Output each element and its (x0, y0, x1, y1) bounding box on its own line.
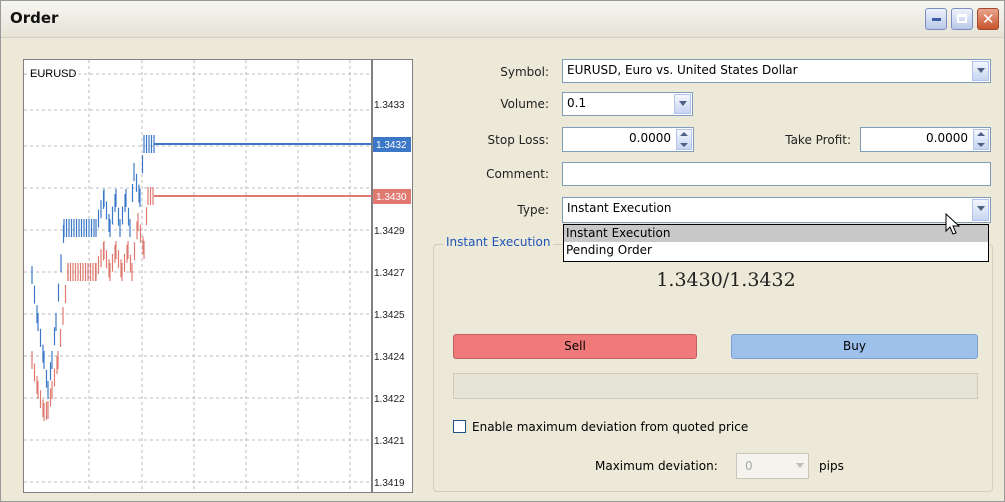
max-deviation-label: Maximum deviation: (595, 459, 718, 473)
volume-value: 0.1 (567, 96, 587, 110)
price-axis-label: 1.3433 (374, 100, 405, 111)
quote-price: 1.3430/1.3432 (656, 269, 796, 291)
deviation-checkbox-label[interactable]: Enable maximum deviation from quoted pri… (472, 420, 748, 434)
type-dropdown-list[interactable]: Instant Execution Pending Order (563, 224, 989, 262)
type-value: Instant Execution (567, 201, 672, 215)
price-axis-label: 1.3427 (374, 268, 405, 279)
maximize-icon (957, 14, 967, 23)
pips-label: pips (819, 459, 844, 473)
stoploss-value: 0.0000 (629, 131, 671, 145)
mouse-cursor-icon (945, 213, 961, 235)
chevron-down-icon (796, 463, 804, 468)
takeprofit-input[interactable]: 0.0000 (860, 127, 991, 152)
buy-button[interactable]: Buy (731, 334, 978, 359)
price-axis-label: 1.3429 (374, 226, 405, 237)
chevron-down-icon[interactable] (972, 61, 989, 81)
price-axis-label: 1.3421 (374, 436, 405, 447)
price-axis-label: 1.3419 (374, 478, 405, 489)
chart-symbol-label: EURUSD (30, 68, 77, 80)
takeprofit-value: 0.0000 (926, 131, 968, 145)
stoploss-input[interactable]: 0.0000 (562, 127, 694, 152)
chart-grid (24, 60, 372, 492)
price-axis-label: 1.3425 (374, 310, 405, 321)
tick-chart-svg: EURUSD 1.34331.34301.34291.34271.34251.3… (24, 60, 411, 492)
max-deviation-select[interactable]: 0 (736, 453, 809, 479)
type-label: Type: (517, 203, 549, 217)
stoploss-spinner[interactable] (676, 129, 692, 150)
takeprofit-spinner[interactable] (973, 129, 989, 150)
close-icon: ✕ (982, 10, 995, 28)
type-option-pending[interactable]: Pending Order (564, 242, 988, 259)
ask-marker: 1.3432 (376, 140, 407, 151)
price-axis-label: 1.3424 (374, 352, 405, 363)
symbol-label: Symbol: (500, 65, 549, 79)
title-bar[interactable]: Order ✕ (1, 1, 1004, 38)
stoploss-label: Stop Loss: (487, 133, 549, 147)
price-labels: 1.3433 1.3430 1.3429 1.3427 1.3425 1.3424 1.34… (374, 100, 405, 489)
chevron-down-icon[interactable] (972, 199, 989, 221)
status-bar (453, 373, 978, 399)
volume-label: Volume: (500, 97, 549, 111)
minimize-button[interactable] (925, 8, 947, 30)
volume-select[interactable]: 0.1 (562, 92, 693, 116)
bid-marker: 1.3430 (376, 192, 407, 203)
deviation-checkbox[interactable] (453, 420, 466, 433)
comment-input[interactable] (562, 162, 991, 186)
minimize-icon (932, 18, 941, 21)
symbol-value: EURUSD, Euro vs. United States Dollar (567, 63, 798, 77)
type-select[interactable]: Instant Execution (562, 197, 991, 223)
chevron-down-icon[interactable] (674, 94, 691, 114)
execution-group-title: Instant Execution (443, 235, 554, 249)
max-deviation-value: 0 (745, 459, 753, 473)
takeprofit-label: Take Profit: (785, 133, 851, 147)
type-option-instant[interactable]: Instant Execution (564, 225, 988, 242)
symbol-select[interactable]: EURUSD, Euro vs. United States Dollar (562, 59, 991, 83)
sell-button[interactable]: Sell (453, 334, 697, 359)
price-axis-label: 1.3422 (374, 394, 405, 405)
comment-label: Comment: (486, 167, 549, 181)
maximize-button[interactable] (951, 8, 973, 30)
bid-series (31, 187, 154, 421)
close-button[interactable]: ✕ (977, 8, 999, 30)
window-title: Order (10, 9, 59, 27)
tick-chart: EURUSD 1.34331.34301.34291.34271.34251.3… (23, 59, 413, 493)
order-window: Order ✕ EURUSD 1.34331.34301.34291.34271… (0, 0, 1005, 502)
